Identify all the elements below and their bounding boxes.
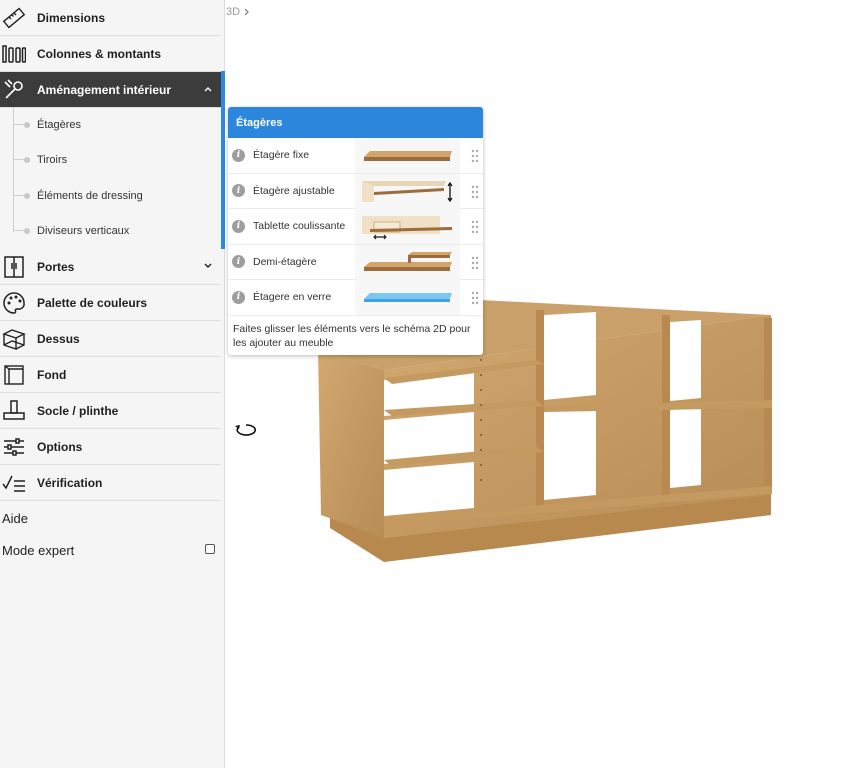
info-icon[interactable]: i bbox=[232, 255, 245, 269]
breadcrumb[interactable]: 3D bbox=[226, 4, 251, 20]
columns-icon bbox=[1, 41, 27, 67]
shelf-item-fixed[interactable]: i Étagère fixe bbox=[228, 138, 483, 174]
menu-item-verification[interactable]: Vérification bbox=[0, 465, 221, 501]
submenu-item-dividers[interactable]: Diviseurs verticaux bbox=[0, 213, 221, 248]
drag-handle-icon[interactable] bbox=[471, 291, 479, 305]
menu-item-back[interactable]: Fond bbox=[0, 357, 221, 393]
adjustable-shelf-thumbnail bbox=[355, 173, 460, 209]
menu-item-columns[interactable]: Colonnes & montants bbox=[0, 36, 221, 72]
expert-mode-label: Mode expert bbox=[2, 542, 75, 558]
info-icon[interactable]: i bbox=[232, 184, 245, 198]
submenu-item-dressing[interactable]: Éléments de dressing bbox=[0, 178, 221, 213]
drag-handle-icon[interactable] bbox=[471, 149, 479, 163]
back-panel-icon bbox=[1, 362, 27, 388]
expert-mode-row: Mode expert bbox=[0, 534, 221, 566]
shelf-item-label: Étagère ajustable bbox=[253, 184, 335, 197]
checklist-icon bbox=[1, 470, 27, 496]
menu-item-dimensions[interactable]: Dimensions bbox=[0, 0, 221, 36]
door-icon bbox=[1, 254, 27, 280]
menu-label: Aménagement intérieur bbox=[37, 82, 172, 97]
chevron-up-icon bbox=[204, 87, 212, 92]
shelf-item-label: Demi-étagère bbox=[253, 255, 317, 268]
drag-handle-icon[interactable] bbox=[471, 220, 479, 234]
help-link[interactable]: Aide bbox=[0, 502, 221, 534]
menu-item-doors[interactable]: Portes bbox=[0, 249, 221, 285]
popup-title: Étagères bbox=[236, 116, 283, 129]
sliding-shelf-thumbnail bbox=[355, 209, 460, 244]
bullet-dot bbox=[24, 121, 30, 128]
menu-item-interior[interactable]: Aménagement intérieur bbox=[0, 72, 221, 108]
tree-connector bbox=[14, 230, 24, 231]
ruler-icon bbox=[1, 5, 27, 31]
active-section-indicator bbox=[221, 71, 225, 249]
menu-label: Portes bbox=[37, 259, 75, 274]
tree-connector bbox=[14, 124, 24, 125]
plinth-icon bbox=[1, 398, 27, 424]
tree-connector bbox=[14, 195, 24, 196]
info-icon[interactable]: i bbox=[232, 148, 245, 162]
sidebar: Dimensions Colonnes & montants Aménageme… bbox=[0, 0, 225, 768]
menu-label: Fond bbox=[37, 367, 67, 382]
shelf-item-sliding[interactable]: i Tablette coulissante bbox=[228, 209, 483, 245]
glass-shelf-thumbnail bbox=[355, 280, 460, 315]
menu-item-top[interactable]: Dessus bbox=[0, 321, 221, 357]
menu-item-plinth[interactable]: Socle / plinthe bbox=[0, 393, 221, 429]
submenu-label: Étagères bbox=[37, 118, 82, 131]
info-icon[interactable]: i bbox=[232, 290, 245, 304]
shelf-item-label: Étagère fixe bbox=[253, 149, 310, 162]
menu-label: Colonnes & montants bbox=[37, 46, 162, 61]
top-box-icon bbox=[1, 326, 27, 352]
submenu-item-shelves[interactable]: Étagères bbox=[0, 107, 221, 142]
expert-mode-checkbox[interactable] bbox=[205, 544, 215, 554]
half-shelf-thumbnail bbox=[355, 244, 460, 280]
submenu-label: Éléments de dressing bbox=[37, 189, 143, 202]
popup-header: Étagères bbox=[228, 107, 483, 138]
breadcrumb-label: 3D bbox=[226, 6, 241, 18]
drag-handle-icon[interactable] bbox=[471, 185, 479, 199]
chevron-down-icon bbox=[204, 263, 212, 268]
shelf-item-glass[interactable]: i Étagere en verre bbox=[228, 280, 483, 316]
tree-connector bbox=[14, 159, 24, 160]
chevron-right-icon bbox=[244, 8, 249, 16]
help-label: Aide bbox=[2, 510, 29, 526]
menu-label: Palette de couleurs bbox=[37, 295, 148, 310]
menu-item-options[interactable]: Options bbox=[0, 429, 221, 465]
menu-label: Vérification bbox=[37, 475, 103, 490]
shelf-item-label: Tablette coulissante bbox=[253, 220, 346, 233]
bullet-dot bbox=[24, 156, 30, 163]
rotate-view-icon[interactable] bbox=[233, 420, 259, 440]
shelf-item-label: Étagere en verre bbox=[253, 291, 332, 304]
submenu-label: Tiroirs bbox=[37, 153, 68, 166]
menu-label: Options bbox=[37, 439, 83, 454]
shelf-item-half[interactable]: i Demi-étagère bbox=[228, 244, 483, 280]
bullet-dot bbox=[24, 192, 30, 199]
menu-label: Dessus bbox=[37, 331, 80, 346]
shelves-popup: Étagères i Étagère fixe i Étagère ajusta… bbox=[228, 107, 483, 355]
wrench-icon bbox=[1, 77, 27, 103]
palette-icon bbox=[1, 290, 27, 316]
drag-handle-icon[interactable] bbox=[471, 256, 479, 270]
info-icon[interactable]: i bbox=[232, 219, 245, 233]
interior-submenu: Étagères Tiroirs Éléments de dressing Di… bbox=[0, 107, 221, 249]
menu-item-palette[interactable]: Palette de couleurs bbox=[0, 285, 221, 321]
popup-hint-text: Faites glisser les éléments vers le sché… bbox=[233, 322, 471, 349]
menu-label: Socle / plinthe bbox=[37, 403, 119, 418]
bullet-dot bbox=[24, 227, 30, 234]
submenu-label: Diviseurs verticaux bbox=[37, 224, 130, 237]
fixed-shelf-thumbnail bbox=[355, 138, 460, 173]
sliders-icon bbox=[1, 434, 27, 460]
menu-label: Dimensions bbox=[37, 10, 106, 25]
shelf-item-adjustable[interactable]: i Étagère ajustable bbox=[228, 173, 483, 209]
submenu-item-drawers[interactable]: Tiroirs bbox=[0, 142, 221, 177]
